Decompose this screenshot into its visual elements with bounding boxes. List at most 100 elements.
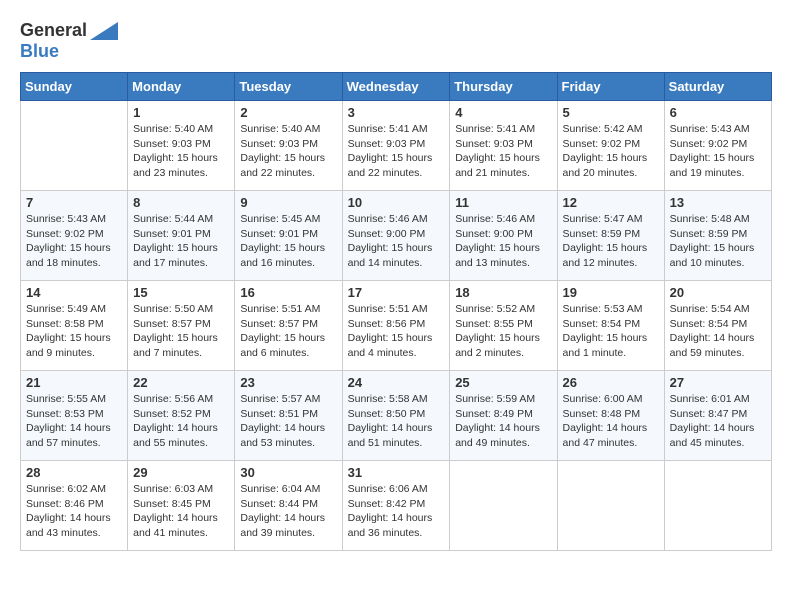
day-info: Sunrise: 5:46 AM Sunset: 9:00 PM Dayligh… xyxy=(348,212,445,271)
header-day-wednesday: Wednesday xyxy=(342,73,450,101)
day-number: 24 xyxy=(348,375,445,390)
day-info: Sunrise: 5:50 AM Sunset: 8:57 PM Dayligh… xyxy=(133,302,229,361)
header-day-friday: Friday xyxy=(557,73,664,101)
day-number: 25 xyxy=(455,375,551,390)
day-info: Sunrise: 5:49 AM Sunset: 8:58 PM Dayligh… xyxy=(26,302,122,361)
day-number: 5 xyxy=(563,105,659,120)
calendar-week-4: 28Sunrise: 6:02 AM Sunset: 8:46 PM Dayli… xyxy=(21,461,772,551)
day-number: 6 xyxy=(670,105,766,120)
calendar-cell: 27 Sunrise: 6:01 AM Sunset: 8:47 PM Dayli… xyxy=(664,371,771,461)
calendar-week-0: 1 Sunrise: 5:40 AM Sunset: 9:03 PM Daylig… xyxy=(21,101,772,191)
calendar-cell: 8 Sunrise: 5:44 AM Sunset: 9:01 PM Daylig… xyxy=(128,191,235,281)
day-number: 30 xyxy=(240,465,336,480)
day-info: Sunrise: 5:51 AM Sunset: 8:57 PM Dayligh… xyxy=(240,302,336,361)
day-number: 27 xyxy=(670,375,766,390)
calendar-cell: 22 Sunrise: 5:56 AM Sunset: 8:52 PM Dayli… xyxy=(128,371,235,461)
calendar-cell: 4 Sunrise: 5:41 AM Sunset: 9:03 PM Daylig… xyxy=(450,101,557,191)
calendar-cell: 5 Sunrise: 5:42 AM Sunset: 9:02 PM Daylig… xyxy=(557,101,664,191)
calendar-cell xyxy=(557,461,664,551)
day-number: 15 xyxy=(133,285,229,300)
day-info: Sunrise: 5:46 AM Sunset: 9:00 PM Dayligh… xyxy=(455,212,551,271)
day-number: 13 xyxy=(670,195,766,210)
calendar-cell: 17Sunrise: 5:51 AM Sunset: 8:56 PM Dayli… xyxy=(342,281,450,371)
day-number: 2 xyxy=(240,105,336,120)
day-info: Sunrise: 5:51 AM Sunset: 8:56 PM Dayligh… xyxy=(348,302,445,361)
header: General Blue xyxy=(20,20,772,62)
header-day-saturday: Saturday xyxy=(664,73,771,101)
header-day-tuesday: Tuesday xyxy=(235,73,342,101)
logo-general-text: General xyxy=(20,20,87,41)
calendar-cell: 3 Sunrise: 5:41 AM Sunset: 9:03 PM Daylig… xyxy=(342,101,450,191)
calendar-cell: 20 Sunrise: 5:54 AM Sunset: 8:54 PM Dayli… xyxy=(664,281,771,371)
day-info: Sunrise: 5:42 AM Sunset: 9:02 PM Dayligh… xyxy=(563,122,659,181)
day-info: Sunrise: 6:04 AM Sunset: 8:44 PM Dayligh… xyxy=(240,482,336,541)
calendar-cell: 1 Sunrise: 5:40 AM Sunset: 9:03 PM Daylig… xyxy=(128,101,235,191)
day-number: 3 xyxy=(348,105,445,120)
calendar-cell: 21 Sunrise: 5:55 AM Sunset: 8:53 PM Dayli… xyxy=(21,371,128,461)
day-number: 28 xyxy=(26,465,122,480)
calendar-cell: 9Sunrise: 5:45 AM Sunset: 9:01 PM Daylig… xyxy=(235,191,342,281)
calendar-cell: 30 Sunrise: 6:04 AM Sunset: 8:44 PM Dayli… xyxy=(235,461,342,551)
day-info: Sunrise: 5:56 AM Sunset: 8:52 PM Dayligh… xyxy=(133,392,229,451)
calendar-cell: 26Sunrise: 6:00 AM Sunset: 8:48 PM Dayli… xyxy=(557,371,664,461)
calendar-cell: 10 Sunrise: 5:46 AM Sunset: 9:00 PM Dayli… xyxy=(342,191,450,281)
day-number: 18 xyxy=(455,285,551,300)
calendar-cell: 29Sunrise: 6:03 AM Sunset: 8:45 PM Dayli… xyxy=(128,461,235,551)
day-info: Sunrise: 5:43 AM Sunset: 9:02 PM Dayligh… xyxy=(670,122,766,181)
calendar-cell: 23 Sunrise: 5:57 AM Sunset: 8:51 PM Dayli… xyxy=(235,371,342,461)
calendar-cell: 7 Sunrise: 5:43 AM Sunset: 9:02 PM Daylig… xyxy=(21,191,128,281)
logo: General Blue xyxy=(20,20,118,62)
day-number: 7 xyxy=(26,195,122,210)
day-number: 19 xyxy=(563,285,659,300)
day-number: 22 xyxy=(133,375,229,390)
day-number: 10 xyxy=(348,195,445,210)
header-day-monday: Monday xyxy=(128,73,235,101)
logo-blue-text: Blue xyxy=(20,41,59,61)
day-info: Sunrise: 5:58 AM Sunset: 8:50 PM Dayligh… xyxy=(348,392,445,451)
calendar-cell: 14Sunrise: 5:49 AM Sunset: 8:58 PM Dayli… xyxy=(21,281,128,371)
calendar-cell: 15 Sunrise: 5:50 AM Sunset: 8:57 PM Dayli… xyxy=(128,281,235,371)
day-number: 20 xyxy=(670,285,766,300)
day-number: 23 xyxy=(240,375,336,390)
day-info: Sunrise: 6:06 AM Sunset: 8:42 PM Dayligh… xyxy=(348,482,445,541)
day-info: Sunrise: 5:57 AM Sunset: 8:51 PM Dayligh… xyxy=(240,392,336,451)
calendar-week-1: 7 Sunrise: 5:43 AM Sunset: 9:02 PM Daylig… xyxy=(21,191,772,281)
day-number: 31 xyxy=(348,465,445,480)
day-number: 16 xyxy=(240,285,336,300)
day-info: Sunrise: 5:40 AM Sunset: 9:03 PM Dayligh… xyxy=(240,122,336,181)
calendar-week-3: 21 Sunrise: 5:55 AM Sunset: 8:53 PM Dayli… xyxy=(21,371,772,461)
day-info: Sunrise: 5:40 AM Sunset: 9:03 PM Dayligh… xyxy=(133,122,229,181)
calendar-cell: 6 Sunrise: 5:43 AM Sunset: 9:02 PM Daylig… xyxy=(664,101,771,191)
day-info: Sunrise: 5:54 AM Sunset: 8:54 PM Dayligh… xyxy=(670,302,766,361)
day-number: 9 xyxy=(240,195,336,210)
calendar-cell: 19Sunrise: 5:53 AM Sunset: 8:54 PM Dayli… xyxy=(557,281,664,371)
day-number: 1 xyxy=(133,105,229,120)
day-number: 8 xyxy=(133,195,229,210)
day-number: 26 xyxy=(563,375,659,390)
calendar-cell: 24 Sunrise: 5:58 AM Sunset: 8:50 PM Dayli… xyxy=(342,371,450,461)
day-info: Sunrise: 6:01 AM Sunset: 8:47 PM Dayligh… xyxy=(670,392,766,451)
calendar-cell: 11Sunrise: 5:46 AM Sunset: 9:00 PM Dayli… xyxy=(450,191,557,281)
header-day-thursday: Thursday xyxy=(450,73,557,101)
calendar-cell xyxy=(21,101,128,191)
day-info: Sunrise: 5:48 AM Sunset: 8:59 PM Dayligh… xyxy=(670,212,766,271)
day-info: Sunrise: 5:43 AM Sunset: 9:02 PM Dayligh… xyxy=(26,212,122,271)
day-number: 4 xyxy=(455,105,551,120)
day-info: Sunrise: 5:41 AM Sunset: 9:03 PM Dayligh… xyxy=(455,122,551,181)
calendar-cell: 13 Sunrise: 5:48 AM Sunset: 8:59 PM Dayli… xyxy=(664,191,771,281)
header-day-sunday: Sunday xyxy=(21,73,128,101)
calendar-cell: 12 Sunrise: 5:47 AM Sunset: 8:59 PM Dayli… xyxy=(557,191,664,281)
day-info: Sunrise: 6:03 AM Sunset: 8:45 PM Dayligh… xyxy=(133,482,229,541)
calendar-cell xyxy=(664,461,771,551)
calendar-week-2: 14Sunrise: 5:49 AM Sunset: 8:58 PM Dayli… xyxy=(21,281,772,371)
calendar-cell: 31 Sunrise: 6:06 AM Sunset: 8:42 PM Dayli… xyxy=(342,461,450,551)
day-number: 21 xyxy=(26,375,122,390)
calendar-cell: 2 Sunrise: 5:40 AM Sunset: 9:03 PM Daylig… xyxy=(235,101,342,191)
day-info: Sunrise: 5:47 AM Sunset: 8:59 PM Dayligh… xyxy=(563,212,659,271)
calendar: SundayMondayTuesdayWednesdayThursdayFrid… xyxy=(20,72,772,551)
day-info: Sunrise: 5:55 AM Sunset: 8:53 PM Dayligh… xyxy=(26,392,122,451)
day-info: Sunrise: 5:44 AM Sunset: 9:01 PM Dayligh… xyxy=(133,212,229,271)
day-info: Sunrise: 5:41 AM Sunset: 9:03 PM Dayligh… xyxy=(348,122,445,181)
calendar-cell: 16 Sunrise: 5:51 AM Sunset: 8:57 PM Dayli… xyxy=(235,281,342,371)
day-number: 12 xyxy=(563,195,659,210)
